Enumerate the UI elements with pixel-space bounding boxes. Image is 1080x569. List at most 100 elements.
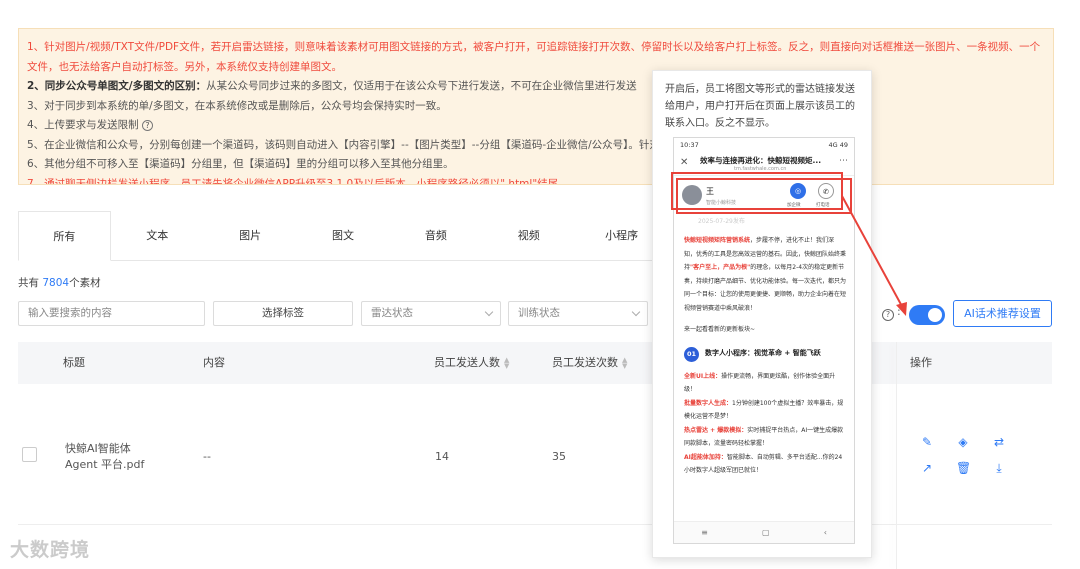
article-teaser: 来一起看看新的更新板块~ — [684, 326, 756, 333]
sort-icon[interactable]: ▲ ▼ — [622, 357, 627, 370]
call-label: 打电话 — [816, 203, 830, 208]
row-send-people: 14 — [435, 450, 449, 463]
phone-icon: ✆ — [818, 183, 834, 199]
menu-icon: ≡ — [701, 528, 708, 537]
material-type-tabs: 所有 文本 图片 图文 音频 视频 小程序 — [18, 211, 668, 261]
notice-line-2-bold: 2、同步公众号单图文/多图文的区别： — [27, 80, 207, 92]
row-title-line-1: 快鲸AI智能体 — [65, 442, 131, 455]
col-content: 内容 — [203, 356, 225, 369]
article-intro-text-2: 的理念，以每月2-4次的稳定更新节奏，持续打磨产品细节、优化功能体验。每一次迭代… — [684, 264, 847, 312]
phone-time: 10:37 — [680, 141, 699, 149]
select-tag-button[interactable]: 选择标签 — [213, 301, 353, 326]
notice-line-7: 7、通过聊天侧边栏发送小程序，员工请先将企业微信APP升级至3.1.0及以后版本… — [27, 177, 569, 185]
more-icon: ⋯ — [839, 156, 848, 166]
add-wechat-label: 加企微 — [787, 203, 801, 208]
article-date: 2025-07-29发布 — [698, 218, 745, 225]
notice-line-1: 1、针对图片/视频/TXT文件/PDF文件，若开启雷达链接，则意味着该素材可用图… — [27, 41, 1041, 73]
trend-icon[interactable]: ↗ — [920, 461, 934, 475]
sort-icon[interactable]: ▲ ▼ — [504, 357, 509, 370]
notice-line-6: 6、其他分组不可移入至【渠道码】分组里，但【渠道码】里的分组可以移入至其他分组里… — [27, 158, 454, 170]
article-section-heading: 01 数字人小程序：视觉革命 + 智能飞跃 — [684, 346, 846, 362]
phone-article-title: 效率与连接再进化：快鲸短视频矩... — [700, 156, 822, 165]
wechat-add-icon: ◎ — [790, 183, 806, 199]
colon-separator: : — [897, 305, 901, 318]
chevron-down-icon — [631, 307, 641, 317]
col-send-count[interactable]: 员工发送次数 ▲ ▼ — [552, 342, 627, 384]
radar-help-popover: 开启后，员工将图文等形式的雷达链接发送给用户，用户打开后在页面上展示该员工的联系… — [652, 70, 872, 558]
col-send-people-label: 员工发送人数 — [434, 356, 500, 369]
bullet-key: 热点雷达 + 爆款模拟： — [684, 426, 748, 434]
phone-title-bar: ✕ 效率与连接再进化：快鲸短视频矩... tm.fastwhale.com.cn… — [674, 152, 854, 176]
row-title-line-2: Agent 平台.pdf — [65, 458, 145, 471]
bullet-key: 批量数字人生成： — [684, 399, 733, 407]
watermark-logo: 大数跨境 — [10, 539, 91, 561]
notice-line-5: 5、在企业微信和公众号，分别每创建一个渠道码，该码则自动进入【内容引擎】--【图… — [27, 138, 692, 151]
notice-line-3: 3、对于同步到本系统的单/多图文，在本系统修改或是删除后，公众号均会保持实时一致… — [27, 99, 447, 112]
home-icon: ▢ — [761, 528, 770, 537]
phone-nav-bar: ≡ ▢ ‹ — [674, 521, 854, 543]
total-number: 7804 — [42, 277, 70, 289]
tab-all[interactable]: 所有 — [18, 211, 111, 261]
bullet-key: 全新UI上线： — [684, 372, 722, 380]
training-status-label: 训练状态 — [518, 307, 560, 319]
article-intro-red: 快鲸短视频矩阵营销系统 — [684, 237, 751, 244]
notice-line-4: 4、上传要求与发送限制 ? — [27, 116, 1045, 136]
phone-signal: 4G 49 — [828, 141, 848, 149]
article-quote: "客户至上，产品为根" — [690, 264, 751, 271]
article-body: 快鲸短视频矩阵营销系统，步履不停，进化不止！我们深知，优秀的工具是您高效运营的基… — [684, 234, 846, 478]
total-prefix: 共有 — [18, 277, 43, 289]
download-icon[interactable]: ⤓ — [992, 461, 1006, 476]
section-title: 数字人小程序：视觉革命 + 智能飞跃 — [705, 349, 821, 358]
col-title: 标题 — [63, 356, 85, 369]
phone-preview: 10:37 4G 49 ✕ 效率与连接再进化：快鲸短视频矩... tm.fast… — [673, 137, 855, 544]
section-number: 01 — [684, 346, 699, 362]
chevron-down-icon — [484, 307, 494, 317]
bullet-1: 全新UI上线：操作更流畅，界面更炫酷，创作体验全面升级！ — [684, 370, 846, 397]
row-checkbox[interactable] — [22, 447, 37, 462]
tab-article[interactable]: 图文 — [297, 211, 390, 261]
radar-status-label: 雷达状态 — [371, 307, 413, 319]
ai-script-settings-button[interactable]: AI话术推荐设置 — [953, 300, 1052, 327]
help-circle-icon[interactable]: ? — [142, 119, 154, 131]
avatar — [682, 185, 702, 205]
bullet-key: AI超能体加持： — [684, 453, 727, 461]
popover-text: 开启后，员工将图文等形式的雷达链接发送给用户，用户打开后在页面上展示该员工的联系… — [665, 84, 855, 129]
row-content: -- — [203, 450, 211, 463]
radar-contact-toggle[interactable] — [909, 305, 945, 325]
total-count: 共有 7804个素材 — [18, 275, 101, 290]
notice-line-4-text: 4、上传要求与发送限制 — [27, 119, 139, 131]
tab-audio[interactable]: 音频 — [389, 211, 482, 261]
delete-icon[interactable]: 🗑 — [956, 461, 971, 475]
back-icon: ‹ — [823, 528, 827, 537]
bullet-4: AI超能体加持：智能脚本、自动剪辑、多平台适配...你的24小时数字人超级军团已… — [684, 451, 846, 478]
help-circle-icon[interactable]: ? — [882, 309, 894, 321]
col-actions: 操作 — [910, 356, 932, 369]
notice-box: 1、针对图片/视频/TXT文件/PDF文件，若开启雷达链接，则意味着该素材可用图… — [18, 28, 1054, 185]
row-send-count: 35 — [552, 450, 566, 463]
tab-text[interactable]: 文本 — [111, 211, 204, 261]
employee-name: 王 — [706, 187, 714, 196]
search-input[interactable]: 输入要搜索的内容 — [18, 301, 205, 326]
employee-contact-card: 王 智能小鲸科技 ◎ ✆ 加企微 打电话 — [676, 178, 852, 214]
col-send-count-label: 员工发送次数 — [552, 356, 618, 369]
employee-company: 智能小鲸科技 — [706, 200, 737, 206]
sync-icon[interactable]: ⇄ — [992, 435, 1006, 449]
notice-line-2: 2、同步公众号单图文/多图文的区别：从某公众号同步过来的多图文，仅适用于在该公众… — [27, 77, 1045, 97]
phone-url: tm.fastwhale.com.cn — [734, 166, 787, 172]
tab-image[interactable]: 图片 — [204, 211, 297, 261]
col-send-people[interactable]: 员工发送人数 ▲ ▼ — [434, 342, 509, 384]
toggle-knob — [928, 308, 942, 322]
actions-column-divider — [896, 342, 897, 569]
edit-icon[interactable]: ✎ — [920, 435, 934, 449]
tag-icon[interactable]: ◈ — [956, 435, 970, 449]
bullet-3: 热点雷达 + 爆款模拟：实时捕捉平台热点，AI一键生成爆款同款脚本，流量密码轻松… — [684, 424, 846, 451]
article-intro: 快鲸短视频矩阵营销系统，步履不停，进化不止！我们深知，优秀的工具是您高效运营的基… — [684, 234, 846, 315]
tab-video[interactable]: 视频 — [482, 211, 575, 261]
phone-status-bar: 10:37 4G 49 — [674, 138, 854, 152]
bullet-2: 批量数字人生成：1分钟创建100个虚拟主播？效率暴击，规模化运营不是梦！ — [684, 397, 846, 424]
total-suffix: 个素材 — [69, 277, 101, 289]
radar-status-select[interactable]: 雷达状态 — [361, 301, 501, 326]
training-status-select[interactable]: 训练状态 — [508, 301, 648, 326]
row-title[interactable]: 快鲸AI智能体 Agent 平台.pdf — [65, 441, 144, 473]
notice-line-2-rest: 从某公众号同步过来的多图文，仅适用于在该公众号下进行发送，不可在企业微信里进行发… — [206, 80, 637, 92]
